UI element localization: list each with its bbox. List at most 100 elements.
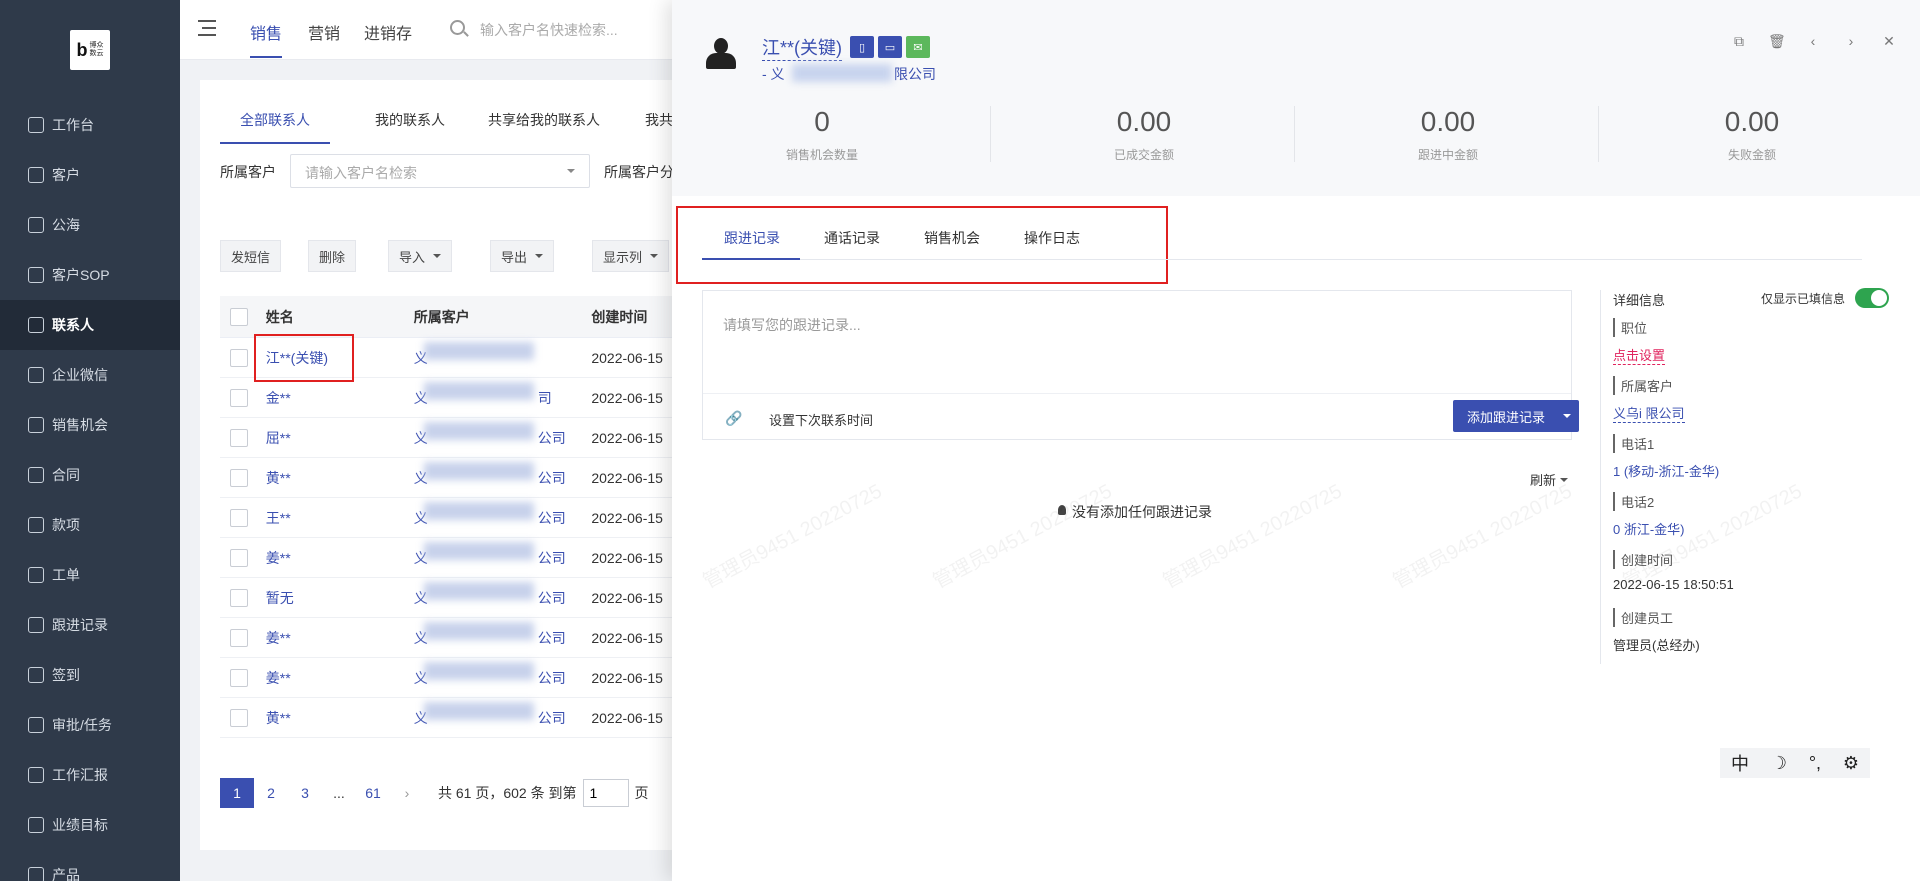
contact-name[interactable]: 江**(关键) [762, 34, 842, 61]
customer-filter-select[interactable]: 请输入客户名检索 [290, 154, 590, 188]
customer-link[interactable]: 义司 [414, 381, 592, 408]
columns-button[interactable]: 显示列 [592, 240, 670, 272]
chevron-right-icon[interactable]: › [390, 778, 424, 808]
customer-link[interactable]: 义公司 [414, 661, 592, 688]
tab-followups[interactable]: 跟进记录 [724, 228, 780, 248]
phone2-value[interactable]: 0 浙江-金华) [1613, 519, 1893, 538]
tab-sales[interactable]: 销售 [250, 20, 283, 58]
sidebar-item-contacts[interactable]: 联系人 [0, 300, 180, 350]
sidebar-item-workbench[interactable]: 工作台 [0, 100, 180, 150]
contact-company-suffix[interactable]: 限公司 [894, 64, 936, 84]
page-button[interactable]: 61 [356, 778, 390, 808]
customer-link[interactable]: 义公司 [414, 501, 592, 528]
row-checkbox[interactable] [230, 548, 248, 567]
moon-icon[interactable]: ☽ [1771, 753, 1787, 774]
only-filled-toggle[interactable] [1855, 288, 1889, 308]
customer-link[interactable]: 义公司 [414, 461, 592, 488]
gear-icon[interactable]: ⚙ [1843, 753, 1859, 774]
followup-textarea[interactable]: 请填写您的跟进记录... [723, 315, 861, 335]
table-row[interactable]: 姜** 义公司 2022-06-15 [220, 658, 690, 698]
table-row[interactable]: 黄** 义公司 2022-06-15 [220, 458, 690, 498]
row-checkbox[interactable] [230, 508, 248, 527]
sidebar-item-targets[interactable]: 业绩目标 [0, 800, 180, 850]
tab-all-contacts[interactable]: 全部联系人 [240, 110, 310, 130]
contact-name-link[interactable]: 姜** [266, 548, 414, 568]
sidebar-item-customer-sop[interactable]: 客户SOP [0, 250, 180, 300]
sidebar-item-checkin[interactable]: 签到 [0, 650, 180, 700]
table-row[interactable]: 屈** 义公司 2022-06-15 [220, 418, 690, 458]
set-position-link[interactable]: 点击设置 [1613, 345, 1666, 365]
send-sms-button[interactable]: 发短信 [220, 240, 282, 272]
column-header-name[interactable]: 姓名 [266, 307, 414, 327]
customer-link[interactable]: 义公司 [414, 581, 592, 608]
contact-name-link[interactable]: 金** [266, 388, 414, 408]
ime-chinese-toggle[interactable]: 中 [1731, 750, 1749, 776]
customer-link[interactable]: 义公司 [414, 621, 592, 648]
close-icon[interactable]: ✕ [1882, 34, 1896, 48]
chevron-right-icon[interactable]: › [1844, 34, 1858, 48]
goto-page-input[interactable] [582, 779, 629, 807]
message-icon[interactable]: ▭ [878, 36, 902, 58]
sidebar-item-approval[interactable]: 审批/任务 [0, 700, 180, 750]
sidebar-item-contract[interactable]: 合同 [0, 450, 180, 500]
row-checkbox[interactable] [230, 708, 248, 727]
chevron-left-icon[interactable]: ‹ [1806, 34, 1820, 48]
sidebar-item-tickets[interactable]: 工单 [0, 550, 180, 600]
customer-link[interactable]: 义公司 [414, 701, 592, 728]
phone-icon[interactable]: ▯ [850, 36, 874, 58]
refresh-dropdown[interactable]: 刷新 [1530, 470, 1568, 489]
sidebar-item-products[interactable]: 产品 [0, 850, 180, 881]
customer-link[interactable]: 义公司 [414, 421, 592, 448]
export-button[interactable]: 导出 [490, 240, 555, 272]
contact-name-link[interactable]: 姜** [266, 628, 414, 648]
table-row[interactable]: 王** 义公司 2022-06-15 [220, 498, 690, 538]
row-checkbox[interactable] [230, 388, 248, 407]
row-checkbox[interactable] [230, 428, 248, 447]
customer-link[interactable]: 义乌i 限公司 [1613, 403, 1685, 423]
sidebar-item-public-pool[interactable]: 公海 [0, 200, 180, 250]
row-checkbox[interactable] [230, 668, 248, 687]
page-button[interactable]: 1 [220, 778, 254, 808]
row-checkbox[interactable] [230, 588, 248, 607]
sidebar-item-wecom[interactable]: 企业微信 [0, 350, 180, 400]
select-all-checkbox[interactable] [230, 307, 248, 326]
punctuation-toggle[interactable]: °, [1809, 753, 1821, 774]
tab-operation-log[interactable]: 操作日志 [1024, 228, 1080, 248]
table-row[interactable]: 姜** 义公司 2022-06-15 [220, 538, 690, 578]
customer-link[interactable]: 义公司 [414, 541, 592, 568]
tab-marketing[interactable]: 营销 [308, 20, 340, 44]
tab-inventory[interactable]: 进销存 [364, 20, 412, 44]
row-checkbox[interactable] [230, 628, 248, 647]
attachment-icon[interactable]: 🔗 [725, 410, 742, 427]
sidebar-item-opportunities[interactable]: 销售机会 [0, 400, 180, 450]
sidebar-item-followups[interactable]: 跟进记录 [0, 600, 180, 650]
contact-company-prefix[interactable]: - 义 [762, 64, 785, 84]
contact-name-link[interactable]: 王** [266, 508, 414, 528]
sidebar-item-customer[interactable]: 客户 [0, 150, 180, 200]
tab-opportunities[interactable]: 销售机会 [924, 228, 980, 248]
sidebar-item-payments[interactable]: 款项 [0, 500, 180, 550]
table-row[interactable]: 暂无义公司 2022-06-15 [220, 578, 690, 618]
phone1-value[interactable]: 1 (移动-浙江-金华) [1613, 461, 1893, 480]
contact-name-link[interactable]: 黄** [266, 468, 414, 488]
email-icon[interactable]: ✉ [906, 36, 930, 58]
app-logo[interactable]: b 博众 数云 [70, 30, 110, 70]
contact-name-link[interactable]: 暂无 [266, 588, 414, 608]
tab-shared-to-me[interactable]: 共享给我的联系人 [488, 110, 600, 130]
table-row[interactable]: 姜** 义公司 2022-06-15 [220, 618, 690, 658]
page-button[interactable]: 3 [288, 778, 322, 808]
contact-name-link[interactable]: 屈** [266, 428, 414, 448]
contact-name-link[interactable]: 黄** [266, 708, 414, 728]
table-row[interactable]: 金** 义司 2022-06-15 [220, 378, 690, 418]
followup-editor[interactable]: 请填写您的跟进记录... 🔗 设置下次联系时间 添加跟进记录 [702, 290, 1579, 440]
page-button[interactable]: 2 [254, 778, 288, 808]
open-external-icon[interactable]: ⧉ [1732, 34, 1746, 48]
customer-link[interactable]: 义 [414, 341, 592, 368]
row-checkbox[interactable] [230, 348, 248, 367]
table-row[interactable]: 黄** 义公司 2022-06-15 [220, 698, 690, 738]
tab-my-contacts[interactable]: 我的联系人 [375, 110, 445, 130]
next-contact-time-dropdown[interactable]: 设置下次联系时间 [769, 410, 873, 429]
menu-toggle-icon[interactable] [198, 20, 216, 36]
tab-calls[interactable]: 通话记录 [824, 228, 880, 248]
add-followup-button[interactable]: 添加跟进记录 [1453, 400, 1579, 432]
